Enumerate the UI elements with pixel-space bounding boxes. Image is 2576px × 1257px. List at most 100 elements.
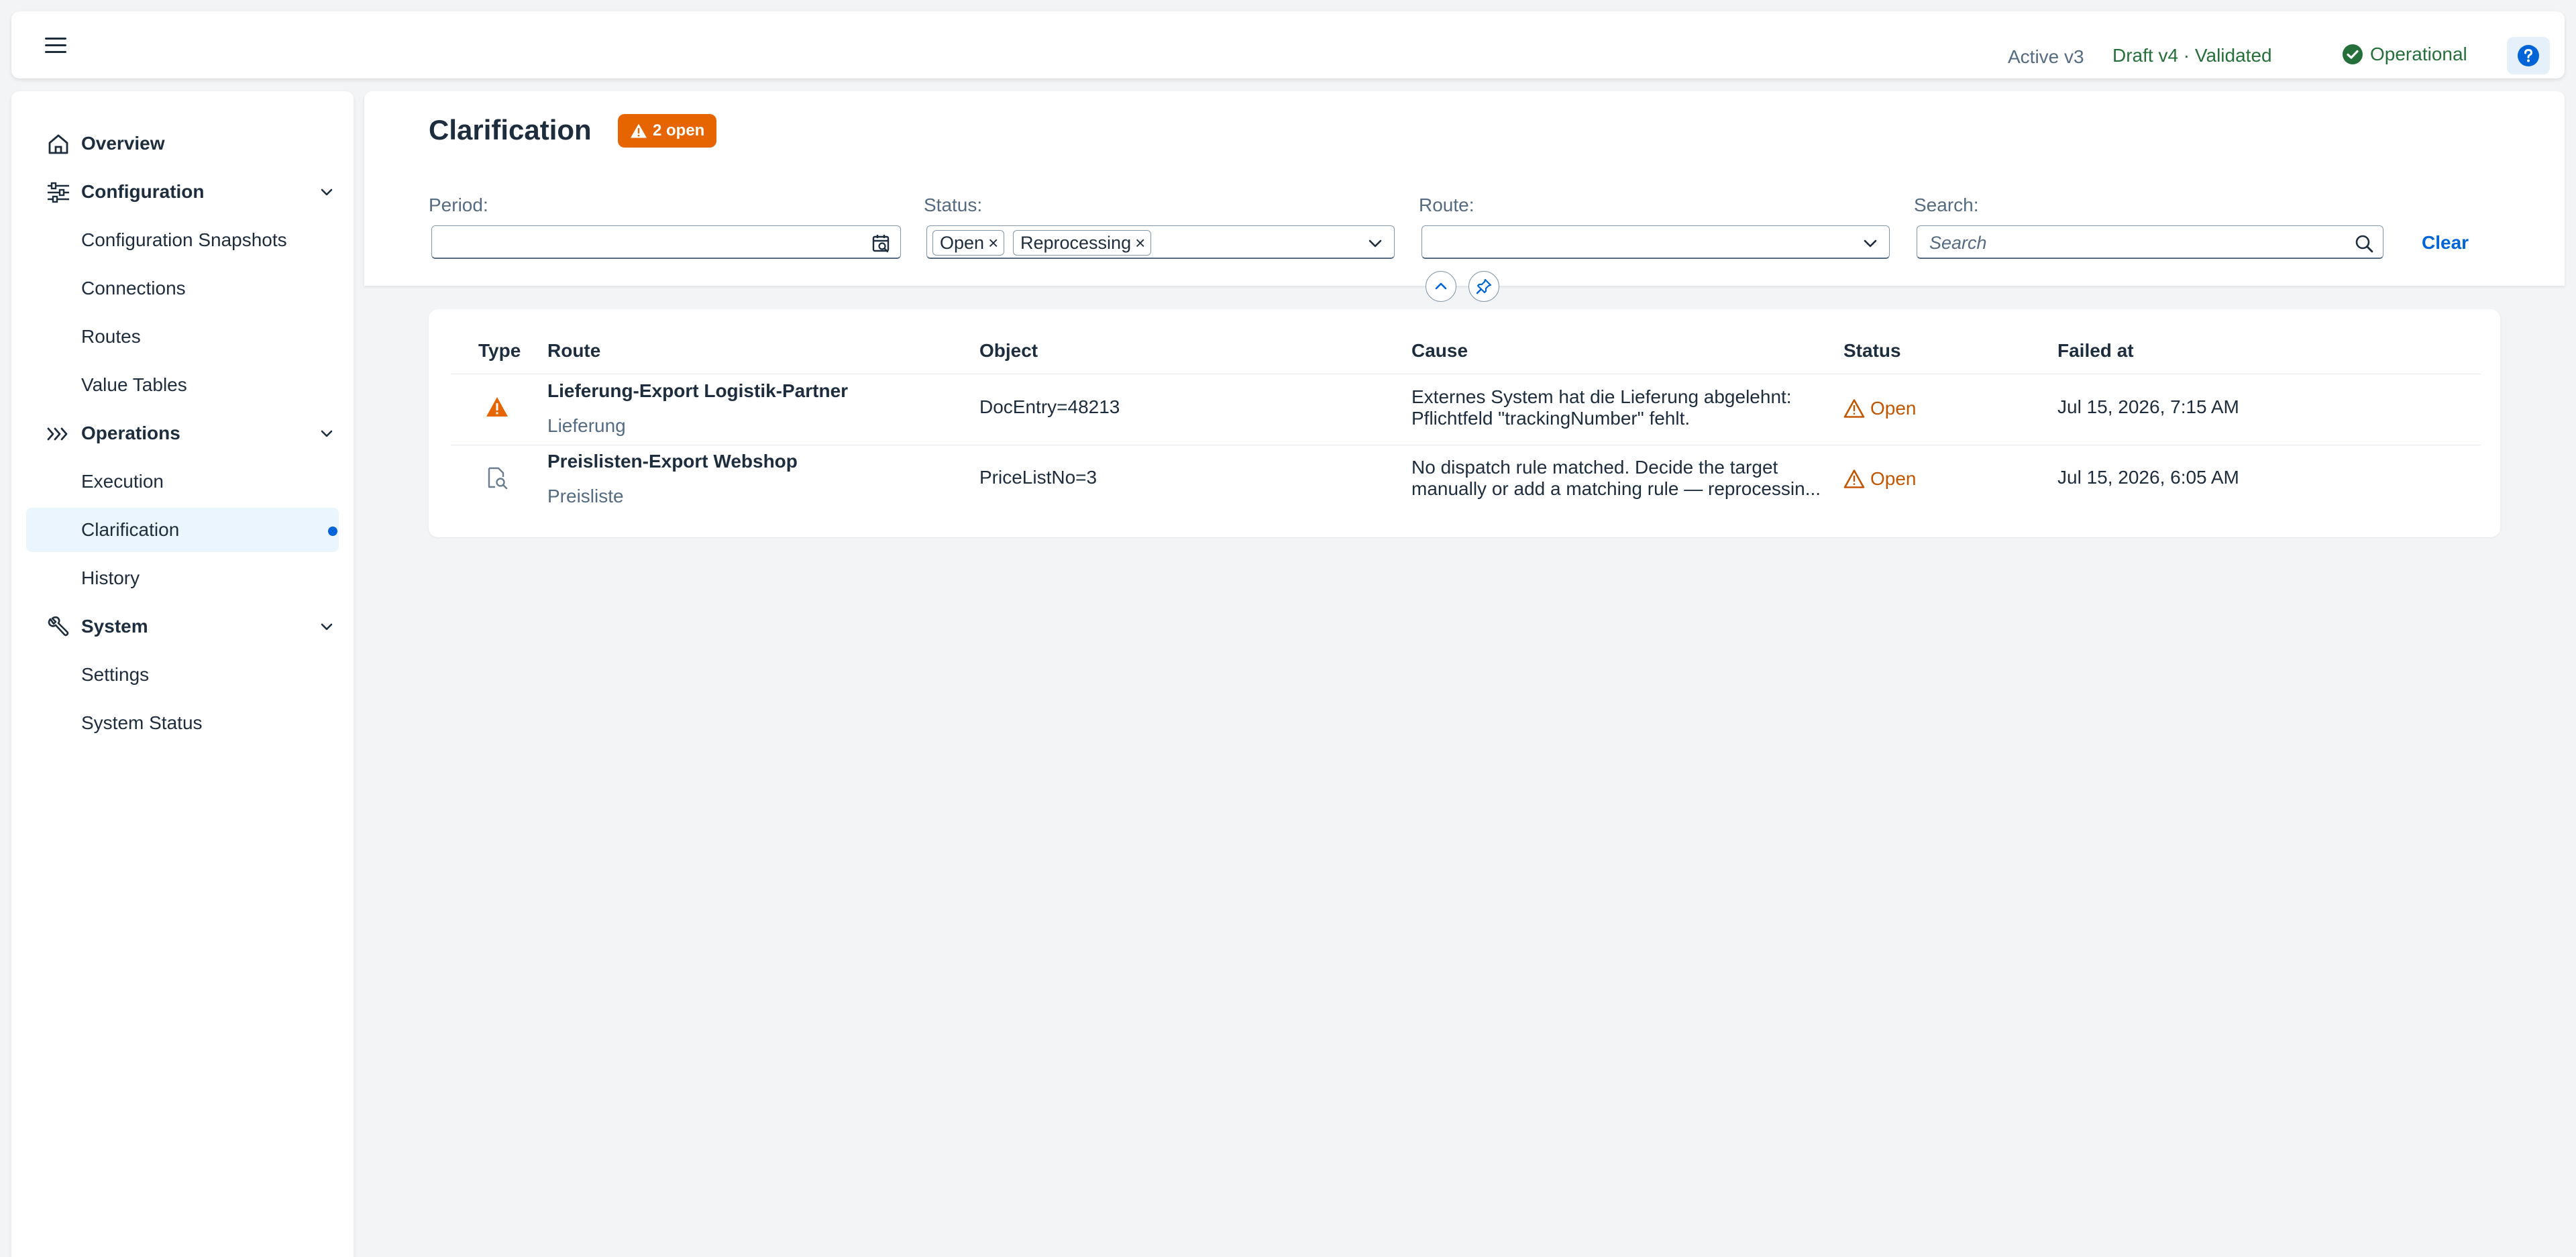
clear-filters-link[interactable]: Clear [2422, 232, 2469, 254]
object-ref: PriceListNo=3 [979, 467, 1097, 488]
collapse-header-button[interactable] [1426, 271, 1456, 302]
failed-at: Jul 15, 2026, 6:05 AM [2057, 467, 2239, 488]
period-date-range-input[interactable] [431, 225, 901, 259]
open-count-badge: 2 open [618, 114, 717, 148]
column-header-cause: Cause [1411, 340, 1468, 361]
sidebar-item-configuration-snapshots[interactable]: Configuration Snapshots [26, 218, 339, 262]
chevron-down-icon[interactable] [319, 426, 335, 442]
sidebar-item-label: Configuration [81, 181, 205, 202]
active-version-label: Active v3 [2008, 46, 2084, 67]
calendar-icon[interactable] [872, 234, 891, 253]
route-type: Preisliste [547, 486, 624, 506]
sidebar-item-label: System [81, 616, 148, 637]
warning-outline-icon [1843, 469, 1865, 489]
route-name: Preislisten-Export Webshop [547, 451, 798, 472]
cause-line-1: Externes System hat die Lieferung abgele… [1411, 386, 1792, 407]
token-label: Reprocessing [1020, 232, 1132, 253]
status-indicator: Open [1843, 468, 1917, 490]
sliders-icon [46, 182, 70, 203]
route-name: Lieferung-Export Logistik-Partner [547, 380, 849, 401]
document-search-icon [485, 466, 509, 490]
cause-line-2: Pflichtfeld "trackingNumber" fehlt. [1411, 408, 1690, 429]
sidebar-item-routes[interactable]: Routes [26, 315, 339, 359]
column-header-object: Object [979, 340, 1038, 361]
operational-label: Operational [2370, 44, 2467, 64]
sidebar-item-clarification[interactable]: Clarification [26, 508, 339, 552]
chevron-down-icon[interactable] [1366, 234, 1385, 253]
route-label: Route: [1419, 195, 1474, 215]
home-icon [46, 133, 70, 155]
status-multicombo[interactable]: Open × Reprocessing × [926, 225, 1395, 259]
token-label: Open [940, 232, 985, 253]
search-label: Search: [1914, 195, 1979, 215]
sidebar-item-label: Routes [81, 326, 141, 347]
sidebar-item-configuration[interactable]: Configuration [26, 170, 339, 214]
sidebar-item-history[interactable]: History [26, 556, 339, 600]
help-icon [2517, 44, 2540, 67]
search-placeholder: Search [1929, 233, 1987, 253]
cause-line-1: No dispatch rule matched. Decide the tar… [1411, 457, 1778, 478]
selected-indicator-dot [328, 527, 337, 536]
pin-header-button[interactable] [1468, 271, 1499, 302]
page-header: Clarification 2 open Period: Status: Ope… [364, 91, 2565, 302]
chevron-up-icon [1433, 278, 1449, 294]
object-ref: DocEntry=48213 [979, 396, 1120, 417]
warning-icon [630, 123, 647, 139]
side-navigation: Overview Configuration Configuration Sna… [11, 91, 354, 1257]
chevron-down-icon[interactable] [1861, 234, 1880, 253]
draft-version-label: Draft v4 · Validated [2112, 45, 2272, 66]
sidebar-item-system[interactable]: System [26, 604, 339, 649]
sidebar-item-label: Value Tables [81, 374, 187, 395]
help-button[interactable] [2507, 37, 2550, 74]
sidebar-item-label: Execution [81, 471, 164, 492]
operational-status: Operational [2342, 44, 2467, 65]
status-token-open[interactable]: Open × [932, 230, 1005, 256]
warning-icon [485, 395, 509, 419]
status-label: Status: [924, 195, 983, 215]
sidebar-item-label: Overview [81, 133, 165, 154]
failed-at: Jul 15, 2026, 7:15 AM [2057, 396, 2239, 417]
sidebar-item-overview[interactable]: Overview [26, 121, 339, 166]
hamburger-menu-icon[interactable] [42, 32, 69, 58]
open-count-label: 2 open [653, 121, 705, 140]
wrench-icon [46, 616, 70, 638]
column-header-type: Type [478, 340, 521, 361]
sidebar-item-operations[interactable]: Operations [26, 411, 339, 455]
sidebar-item-label: Connections [81, 278, 186, 298]
sidebar-item-connections[interactable]: Connections [26, 266, 339, 311]
column-header-failed-at: Failed at [2057, 340, 2134, 361]
sidebar-item-label: Settings [81, 664, 150, 685]
route-type: Lieferung [547, 415, 626, 436]
status-indicator: Open [1843, 398, 1917, 419]
sidebar-item-label: History [81, 567, 140, 588]
close-icon[interactable]: × [1135, 233, 1145, 254]
check-circle-icon [2342, 44, 2363, 65]
chevron-down-icon[interactable] [319, 619, 335, 635]
sidebar-item-label: System Status [81, 712, 203, 733]
sidebar-item-value-tables[interactable]: Value Tables [26, 363, 339, 407]
period-label: Period: [429, 195, 488, 215]
sidebar-item-settings[interactable]: Settings [26, 653, 339, 697]
sidebar-item-label: Configuration Snapshots [81, 229, 287, 250]
chevrons-right-icon [46, 423, 70, 445]
sidebar-item-system-status[interactable]: System Status [26, 701, 339, 745]
cause-line-2: manually or add a matching rule — reproc… [1411, 478, 1821, 499]
route-select[interactable] [1421, 225, 1890, 259]
search-icon[interactable] [2355, 234, 2373, 253]
sidebar-item-label: Operations [81, 423, 180, 443]
chevron-down-icon[interactable] [319, 184, 335, 201]
pin-icon [1476, 278, 1492, 294]
close-icon[interactable]: × [988, 233, 998, 254]
column-header-status: Status [1843, 340, 1901, 361]
status-token-reprocessing[interactable]: Reprocessing × [1013, 230, 1152, 256]
column-header-route: Route [547, 340, 601, 361]
sidebar-item-execution[interactable]: Execution [26, 459, 339, 504]
warning-outline-icon [1843, 398, 1865, 419]
search-input[interactable]: Search [1917, 225, 2383, 259]
status-label: Open [1870, 398, 1917, 419]
sidebar-item-label: Clarification [81, 519, 180, 540]
page-title: Clarification [429, 114, 592, 146]
shell-bar: Active v3 Draft v4 · Validated Operation… [11, 11, 2565, 78]
status-label: Open [1870, 468, 1917, 489]
clarification-table: Type Route Object Cause Status Failed at… [429, 309, 2500, 537]
